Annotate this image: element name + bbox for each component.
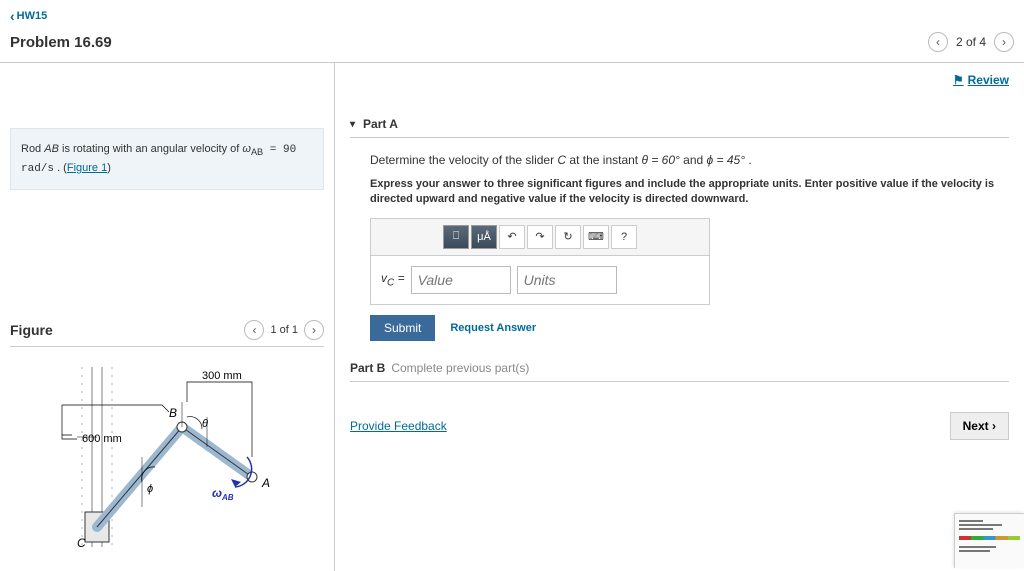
submit-button[interactable]: Submit [370,315,435,341]
next-button[interactable]: Next [950,412,1009,440]
back-link[interactable]: HW15 [10,8,1014,24]
part-a-instructions: Express your answer to three significant… [370,177,1009,208]
figure-diagram: C B A θ ϕ 600 mm [10,357,324,557]
svg-text:ϕ: ϕ [147,483,153,495]
help-widget[interactable] [954,513,1024,568]
svg-text:θ: θ [202,418,208,430]
undo-icon[interactable]: ↶ [499,225,525,249]
units-input[interactable] [517,266,617,294]
pager-text: 2 of 4 [956,35,986,49]
review-link[interactable]: Review [953,73,1009,87]
part-b-header[interactable]: Part BComplete previous part(s) [350,361,1009,382]
prev-problem-button[interactable]: ‹ [928,32,948,52]
svg-text:300 mm: 300 mm [202,370,242,382]
svg-text:C: C [77,536,86,550]
redo-icon[interactable]: ↷ [527,225,553,249]
problem-title: Problem 16.69 [10,34,112,51]
units-icon[interactable]: μÅ [471,225,497,249]
help-icon[interactable]: ? [611,225,637,249]
templates-icon[interactable]: ⎕ [443,225,469,249]
part-a-prompt: Determine the velocity of the slider C a… [370,153,1009,167]
part-a-header[interactable]: Part A [350,117,1009,138]
next-problem-button[interactable]: › [994,32,1014,52]
svg-text:600 mm: 600 mm [82,433,122,445]
figure-pager-text: 1 of 1 [270,324,298,336]
problem-pager: ‹ 2 of 4 › [928,32,1014,52]
value-input[interactable] [411,266,511,294]
provide-feedback-link[interactable]: Provide Feedback [350,419,447,433]
svg-text:A: A [261,476,270,490]
answer-box: ⎕ μÅ ↶ ↷ ↻ ⌨ ? vC = [370,218,710,305]
figure-prev-button[interactable]: ‹ [244,320,264,340]
figure-next-button[interactable]: › [304,320,324,340]
request-answer-link[interactable]: Request Answer [450,322,536,334]
answer-label: vC = [381,271,405,288]
figure-title: Figure [10,322,53,338]
problem-intro: Rod AB is rotating with an angular veloc… [10,128,324,190]
reset-icon[interactable]: ↻ [555,225,581,249]
svg-text:ωAB: ωAB [212,486,234,502]
keyboard-icon[interactable]: ⌨ [583,225,609,249]
svg-text:B: B [169,406,177,420]
figure-link[interactable]: Figure 1 [67,162,107,174]
